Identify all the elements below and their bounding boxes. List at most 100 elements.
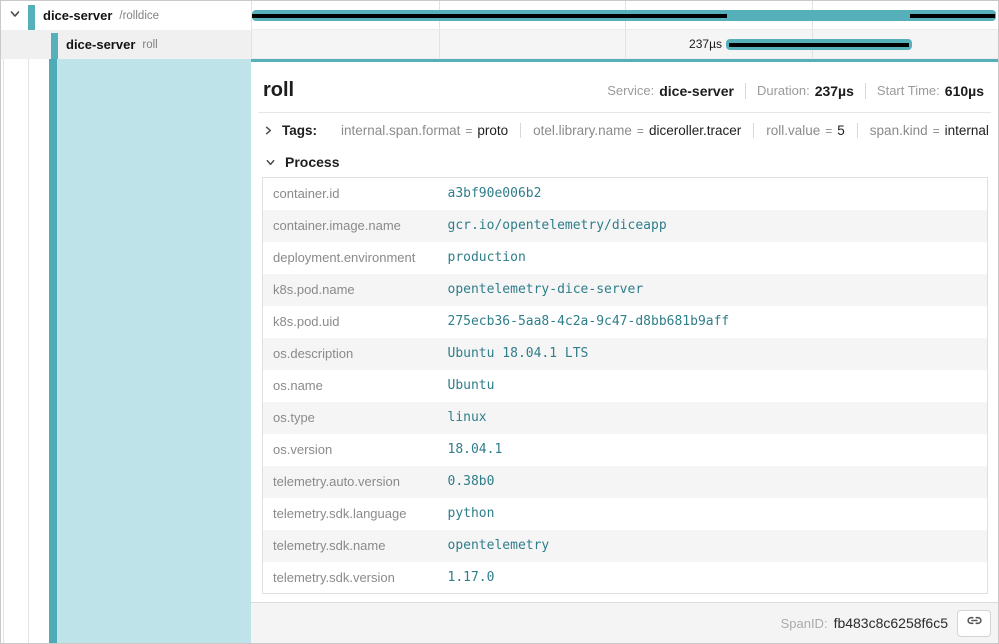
tag-value: proto	[477, 123, 508, 138]
process-value: linux	[438, 402, 988, 434]
tag-key: roll.value	[766, 123, 820, 138]
process-key: os.type	[263, 402, 438, 434]
span-operation-name: /rolldice	[119, 10, 159, 22]
span-timeline-cell-roll[interactable]: 237µs	[251, 30, 998, 59]
process-value: Ubuntu 18.04.1 LTS	[438, 338, 988, 370]
process-key: k8s.pod.name	[263, 274, 438, 306]
span-color-bar	[51, 33, 58, 59]
table-row: telemetry.sdk.version1.17.0	[263, 562, 988, 594]
table-row: telemetry.auto.version0.38b0	[263, 466, 988, 498]
span-timeline-cell-rolldice[interactable]	[251, 1, 998, 30]
start-time-value: 610µs	[945, 83, 984, 99]
span-detail-meta: Service: dice-server Duration: 237µs Sta…	[607, 83, 984, 99]
tag-equals: =	[465, 124, 472, 138]
tag-value: internal	[945, 123, 989, 138]
chevron-right-icon[interactable]	[263, 124, 274, 138]
process-key: os.name	[263, 370, 438, 402]
span-detail-panel: roll Service: dice-server Duration: 237µ…	[251, 59, 998, 643]
process-value: python	[438, 498, 988, 530]
span-id-value: fb483c8c6258f6c5	[834, 615, 948, 631]
start-time-label: Start Time:	[877, 83, 940, 98]
process-value: 275ecb36-5aa8-4c2a-9c47-d8bb681b9aff	[438, 306, 988, 338]
tag-value: diceroller.tracer	[649, 123, 741, 138]
process-key: k8s.pod.uid	[263, 306, 438, 338]
process-key: telemetry.auto.version	[263, 466, 438, 498]
process-value: 18.04.1	[438, 434, 988, 466]
meta-divider	[745, 83, 746, 99]
span-bar-roll[interactable]	[726, 39, 912, 50]
service-label: Service:	[607, 83, 654, 98]
table-row: container.ida3bf90e006b2	[263, 178, 988, 210]
duration-value: 237µs	[815, 83, 854, 99]
table-row: telemetry.sdk.nameopentelemetry	[263, 530, 988, 562]
table-row: k8s.pod.nameopentelemetry-dice-server	[263, 274, 988, 306]
process-value: 0.38b0	[438, 466, 988, 498]
process-value: production	[438, 242, 988, 274]
tag-key: span.kind	[870, 123, 928, 138]
critical-path-segment	[729, 43, 909, 47]
chevron-down-icon[interactable]	[263, 155, 277, 169]
span-service-name: dice-server	[66, 37, 135, 52]
span-detail-header: roll Service: dice-server Duration: 237µ…	[251, 62, 998, 112]
duration-label: Duration:	[757, 83, 810, 98]
tag-item: otel.library.name = diceroller.tracer	[520, 123, 753, 138]
process-key: deployment.environment	[263, 242, 438, 274]
tag-item: roll.value = 5	[753, 123, 857, 138]
process-key: os.description	[263, 338, 438, 370]
process-value: 1.17.0	[438, 562, 988, 594]
tag-equals: =	[825, 124, 832, 138]
table-row: os.descriptionUbuntu 18.04.1 LTS	[263, 338, 988, 370]
critical-path-segment	[252, 14, 727, 18]
span-row-roll[interactable]: dice-server roll 237µs	[1, 30, 998, 59]
service-value: dice-server	[659, 83, 734, 99]
process-value: a3bf90e006b2	[438, 178, 988, 210]
tag-equals: =	[933, 124, 940, 138]
process-value: Ubuntu	[438, 370, 988, 402]
link-icon	[966, 612, 983, 634]
table-row: telemetry.sdk.languagepython	[263, 498, 988, 530]
tag-value: 5	[837, 123, 845, 138]
tree-indent	[1, 30, 51, 59]
tag-equals: =	[637, 124, 644, 138]
timeline-gridline	[625, 30, 626, 58]
table-row: os.typelinux	[263, 402, 988, 434]
tags-label: Tags:	[282, 123, 317, 138]
process-key: telemetry.sdk.name	[263, 530, 438, 562]
span-row-rolldice[interactable]: dice-server /rolldice	[1, 1, 998, 30]
span-service-name: dice-server	[43, 8, 112, 23]
timeline-gridline	[439, 30, 440, 58]
tag-item: internal.span.format = proto	[329, 123, 520, 138]
process-key: container.id	[263, 178, 438, 210]
table-row: os.version18.04.1	[263, 434, 988, 466]
span-id-label: SpanID:	[781, 616, 828, 631]
process-value: opentelemetry-dice-server	[438, 274, 988, 306]
span-tree-rail	[1, 59, 251, 643]
process-key: container.image.name	[263, 210, 438, 242]
chevron-down-icon	[9, 7, 21, 25]
span-bar-rolldice[interactable]	[252, 10, 996, 21]
table-row: os.nameUbuntu	[263, 370, 988, 402]
expanded-span-accent	[49, 59, 251, 643]
process-key: os.version	[263, 434, 438, 466]
copy-deep-link-button[interactable]	[957, 610, 991, 637]
span-detail-footer: SpanID: fb483c8c6258f6c5	[251, 602, 998, 643]
table-row: k8s.pod.uid275ecb36-5aa8-4c2a-9c47-d8bb6…	[263, 306, 988, 338]
trace-view-window: dice-server /rolldice dice-server roll 2…	[0, 0, 999, 644]
tags-accordion[interactable]: Tags: internal.span.format = proto otel.…	[251, 113, 998, 146]
span-duration-label: 237µs	[689, 30, 722, 59]
process-value: gcr.io/opentelemetry/diceapp	[438, 210, 988, 242]
span-color-bar	[28, 5, 35, 30]
tag-key: internal.span.format	[341, 123, 460, 138]
process-value: opentelemetry	[438, 530, 988, 562]
tree-indent-guide	[28, 59, 29, 643]
collapse-children-button[interactable]	[7, 8, 23, 24]
tag-item: span.kind = internal	[857, 123, 999, 138]
critical-path-segment	[910, 14, 995, 18]
tag-key: otel.library.name	[533, 123, 632, 138]
span-name-cell-rolldice[interactable]: dice-server /rolldice	[1, 1, 251, 30]
process-accordion[interactable]: Process	[251, 146, 998, 177]
span-name-cell-roll[interactable]: dice-server roll	[1, 30, 251, 59]
table-row: deployment.environmentproduction	[263, 242, 988, 274]
span-operation-name: roll	[142, 39, 157, 51]
tree-indent-guide	[3, 59, 4, 643]
